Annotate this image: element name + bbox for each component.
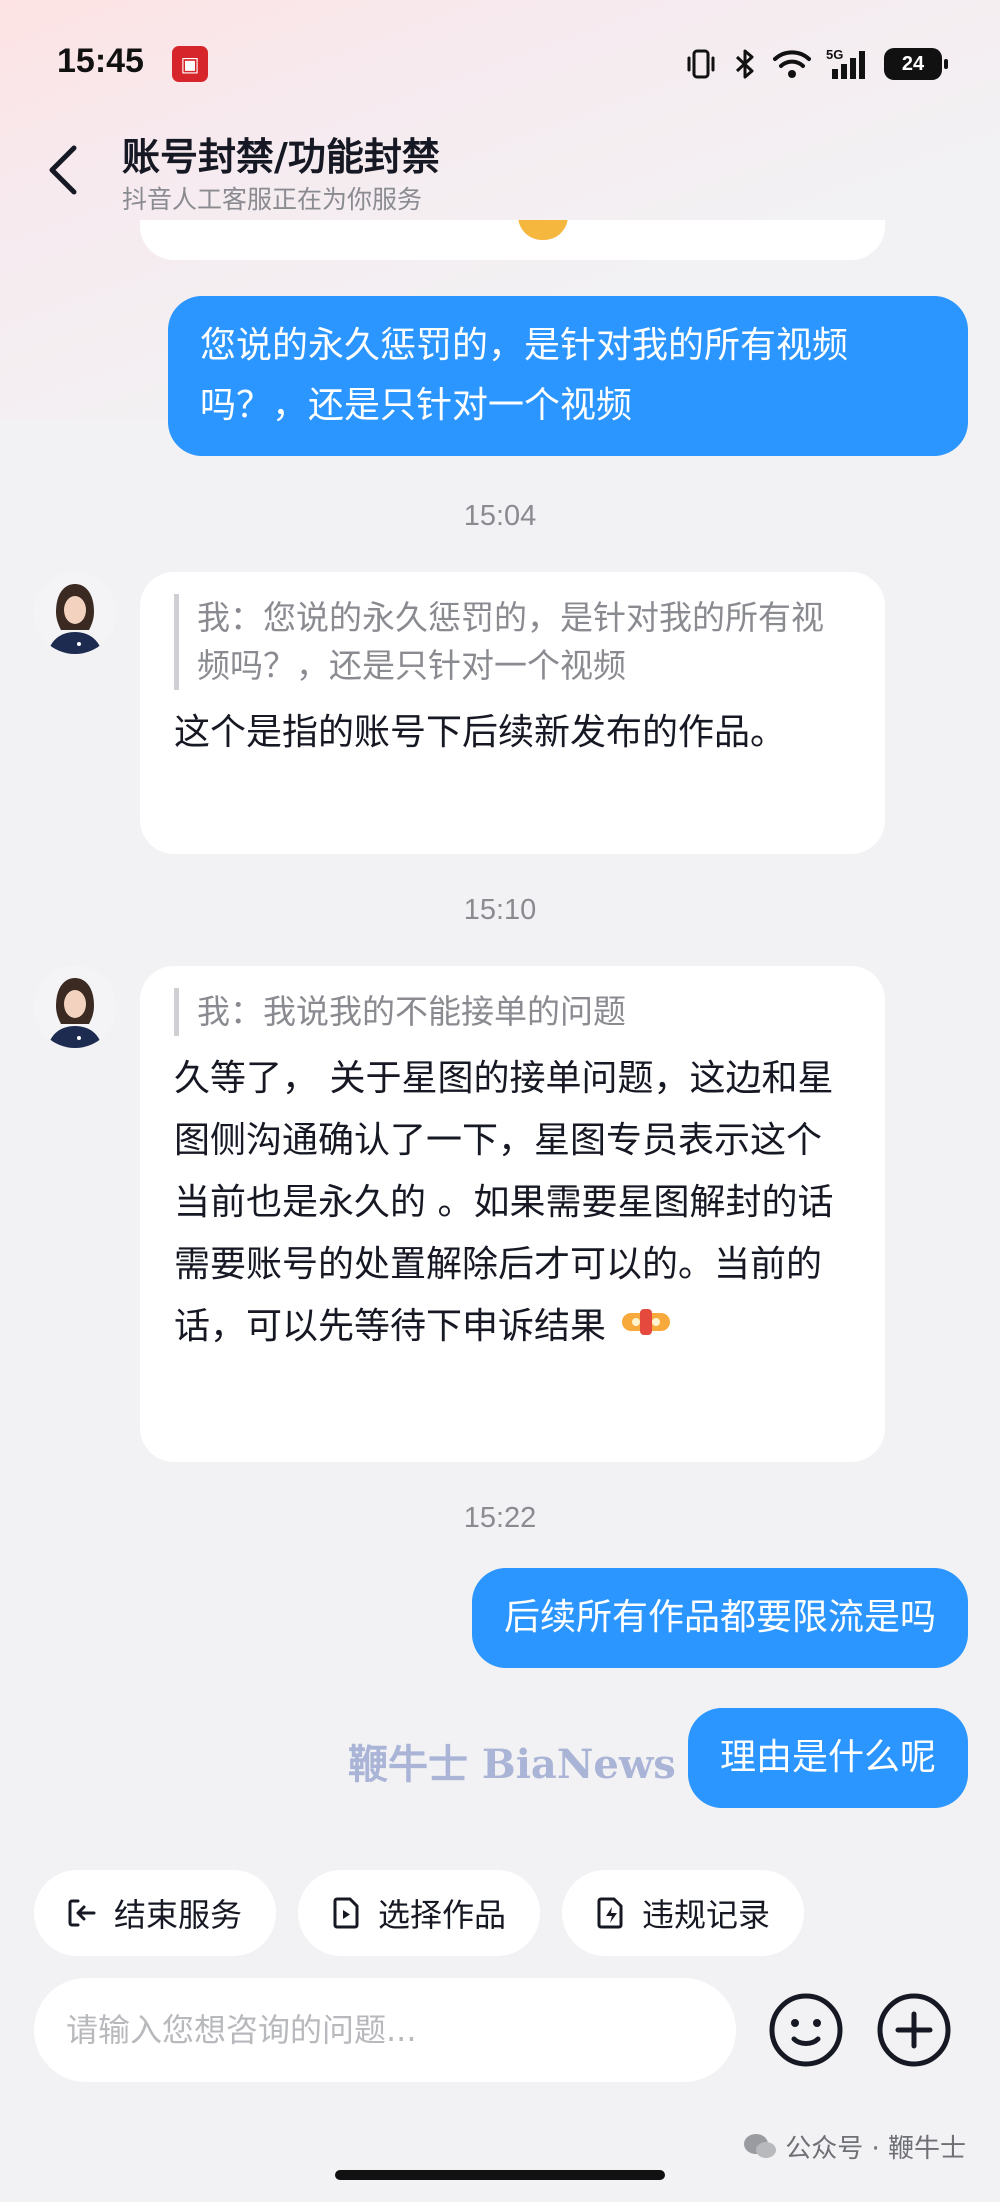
message-timestamp: 15:04 (463, 500, 537, 532)
battery-indicator: 24 (884, 48, 948, 80)
end-service-button[interactable]: 结束服务 (34, 1870, 277, 1956)
agent-message-bubble[interactable]: 我：我说我的不能接单的问题 久等了， 关于星图的接单问题，这边和星图侧沟通确认了… (140, 966, 885, 1462)
quick-action-bar: 结束服务 选择作品 违规记录 (34, 1870, 805, 1956)
bluetooth-icon (735, 49, 754, 79)
message-text-wrapper: 久等了， 关于星图的接单问题，这边和星图侧沟通确认了一下，星图专员表示这个当前也… (174, 1048, 851, 1359)
user-message-bubble[interactable]: 理由是什么呢 (687, 1708, 968, 1808)
message-input[interactable] (34, 1978, 736, 2082)
gift-emoji-icon (618, 1297, 674, 1359)
home-indicator[interactable] (335, 2170, 665, 2180)
status-icons: 5G 24 (684, 44, 948, 84)
agent-avatar[interactable] (34, 572, 116, 654)
message-text: 久等了， 关于星图的接单问题，这边和星图侧沟通确认了一下，星图专员表示这个当前也… (174, 1058, 834, 1347)
user-message-bubble[interactable]: 您说的永久惩罚的，是针对我的所有视频吗？，还是只针对一个视频 (168, 296, 968, 456)
chip-label: 结束服务 (114, 1896, 243, 1934)
message-timestamp: 15:10 (463, 894, 537, 926)
violation-record-icon (597, 1897, 623, 1929)
agent-portrait-icon (34, 966, 116, 1048)
message-text: 这个是指的账号下后续新发布的作品。 (174, 712, 787, 753)
smiley-icon (769, 1993, 843, 2067)
watermark: 鞭牛士 BiaNews (348, 1741, 676, 1788)
account-watermark-text: 公众号 · 鞭牛士 (785, 2134, 966, 2164)
quoted-message: 我：我说我的不能接单的问题 (174, 988, 851, 1036)
previous-agent-message-partial (140, 220, 885, 260)
back-button[interactable] (40, 140, 90, 200)
chip-label: 选择作品 (378, 1896, 507, 1934)
chat-header: 账号封禁/功能封禁 抖音人工客服正在为你服务 (0, 118, 1000, 228)
quoted-message: 我：您说的永久惩罚的，是针对我的所有视频吗？，还是只针对一个视频 (174, 594, 851, 690)
chat-message-list[interactable]: 您说的永久惩罚的，是针对我的所有视频吗？，还是只针对一个视频 15:04 我：您… (0, 220, 1000, 1860)
emoji-partial-icon (518, 220, 568, 240)
message-input-container (34, 1978, 736, 2082)
account-watermark: 公众号 · 鞭牛士 (743, 2128, 966, 2165)
video-file-icon (333, 1897, 359, 1929)
message-text: 您说的永久惩罚的，是针对我的所有视频吗？，还是只针对一个视频 (200, 325, 849, 426)
chip-label: 违规记录 (642, 1896, 771, 1934)
message-text: 后续所有作品都要限流是吗 (503, 1597, 936, 1638)
vibrate-icon (687, 49, 715, 79)
agent-portrait-icon (34, 572, 116, 654)
exit-icon (68, 1899, 96, 1927)
status-bar: 15:45 ▣ 5G 24 (0, 0, 1000, 130)
emoji-button[interactable] (766, 1990, 846, 2070)
page-title: 账号封禁/功能封禁 (122, 135, 440, 179)
plus-circle-icon (877, 1993, 951, 2067)
message-timestamp: 15:22 (463, 1502, 537, 1534)
service-status-subtitle: 抖音人工客服正在为你服务 (122, 185, 423, 214)
violation-record-button[interactable]: 违规记录 (562, 1870, 805, 1956)
agent-message-bubble[interactable]: 我：您说的永久惩罚的，是针对我的所有视频吗？，还是只针对一个视频 这个是指的账号… (140, 572, 885, 854)
add-attachment-button[interactable] (874, 1990, 954, 2070)
bank-app-icon: ▣ (172, 46, 208, 82)
wechat-icon (744, 2133, 777, 2158)
message-text: 理由是什么呢 (719, 1737, 936, 1778)
agent-avatar[interactable] (34, 966, 116, 1048)
cellular-5g-icon: 5G (826, 47, 865, 79)
wifi-icon (773, 50, 811, 78)
select-work-button[interactable]: 选择作品 (298, 1870, 541, 1956)
status-time: 15:45 (57, 42, 144, 80)
user-message-bubble[interactable]: 后续所有作品都要限流是吗 (471, 1568, 968, 1668)
chevron-left-icon (49, 145, 77, 195)
svg-text:5G: 5G (826, 47, 843, 62)
